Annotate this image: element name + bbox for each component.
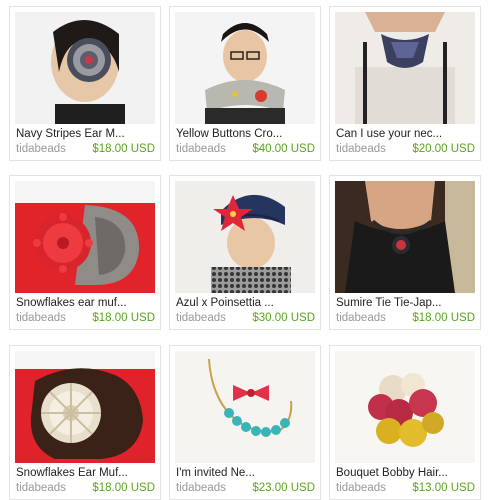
listing-price: $23.00 USD (252, 482, 315, 494)
shop-name[interactable]: tidabeads (336, 312, 386, 324)
listing-title[interactable]: Snowflakes Ear Muf... (16, 467, 158, 479)
listing-card[interactable]: Yellow Buttons Cro... tidabeads $40.00 U… (169, 6, 321, 161)
shop-name[interactable]: tidabeads (16, 312, 66, 324)
listing-card[interactable]: Navy Stripes Ear M... tidabeads $18.00 U… (9, 6, 161, 161)
listing-card[interactable]: Snowflakes ear muf... tidabeads $18.00 U… (9, 175, 161, 330)
shop-name[interactable]: tidabeads (176, 312, 226, 324)
listing-grid: Navy Stripes Ear M... tidabeads $18.00 U… (0, 0, 500, 500)
listing-price: $18.00 USD (92, 143, 155, 155)
listing-card[interactable]: Azul x Poinsettia ... tidabeads $30.00 U… (169, 175, 321, 330)
listing-price: $18.00 USD (92, 312, 155, 324)
listing-thumbnail[interactable] (15, 12, 155, 124)
listing-price: $18.00 USD (92, 482, 155, 494)
listing-title[interactable]: Yellow Buttons Cro... (176, 128, 318, 140)
listing-price: $20.00 USD (412, 143, 475, 155)
listing-thumbnail[interactable] (175, 351, 315, 463)
shop-name[interactable]: tidabeads (176, 143, 226, 155)
listing-title[interactable]: Bouquet Bobby Hair... (336, 467, 478, 479)
listing-title[interactable]: Navy Stripes Ear M... (16, 128, 158, 140)
listing-card[interactable]: Can I use your nec... tidabeads $20.00 U… (329, 6, 481, 161)
shop-name[interactable]: tidabeads (176, 482, 226, 494)
listing-title[interactable]: Snowflakes ear muf... (16, 297, 158, 309)
shop-name[interactable]: tidabeads (336, 143, 386, 155)
listing-thumbnail[interactable] (335, 351, 475, 463)
shop-name[interactable]: tidabeads (336, 482, 386, 494)
listing-thumbnail[interactable] (15, 181, 155, 293)
listing-card[interactable]: Snowflakes Ear Muf... tidabeads $18.00 U… (9, 345, 161, 500)
listing-price: $40.00 USD (252, 143, 315, 155)
listing-thumbnail[interactable] (335, 12, 475, 124)
listing-card[interactable]: I'm invited Ne... tidabeads $23.00 USD (169, 345, 321, 500)
shop-name[interactable]: tidabeads (16, 482, 66, 494)
listing-card[interactable]: Bouquet Bobby Hair... tidabeads $13.00 U… (329, 345, 481, 500)
listing-title[interactable]: Azul x Poinsettia ... (176, 297, 318, 309)
listing-thumbnail[interactable] (335, 181, 475, 293)
listing-title[interactable]: Can I use your nec... (336, 128, 478, 140)
listing-price: $18.00 USD (412, 312, 475, 324)
listing-price: $30.00 USD (252, 312, 315, 324)
listing-card[interactable]: Sumire Tie Tie-Jap... tidabeads $18.00 U… (329, 175, 481, 330)
listing-price: $13.00 USD (412, 482, 475, 494)
listing-thumbnail[interactable] (15, 351, 155, 463)
shop-name[interactable]: tidabeads (16, 143, 66, 155)
listing-thumbnail[interactable] (175, 12, 315, 124)
listing-thumbnail[interactable] (175, 181, 315, 293)
listing-title[interactable]: Sumire Tie Tie-Jap... (336, 297, 478, 309)
listing-title[interactable]: I'm invited Ne... (176, 467, 318, 479)
